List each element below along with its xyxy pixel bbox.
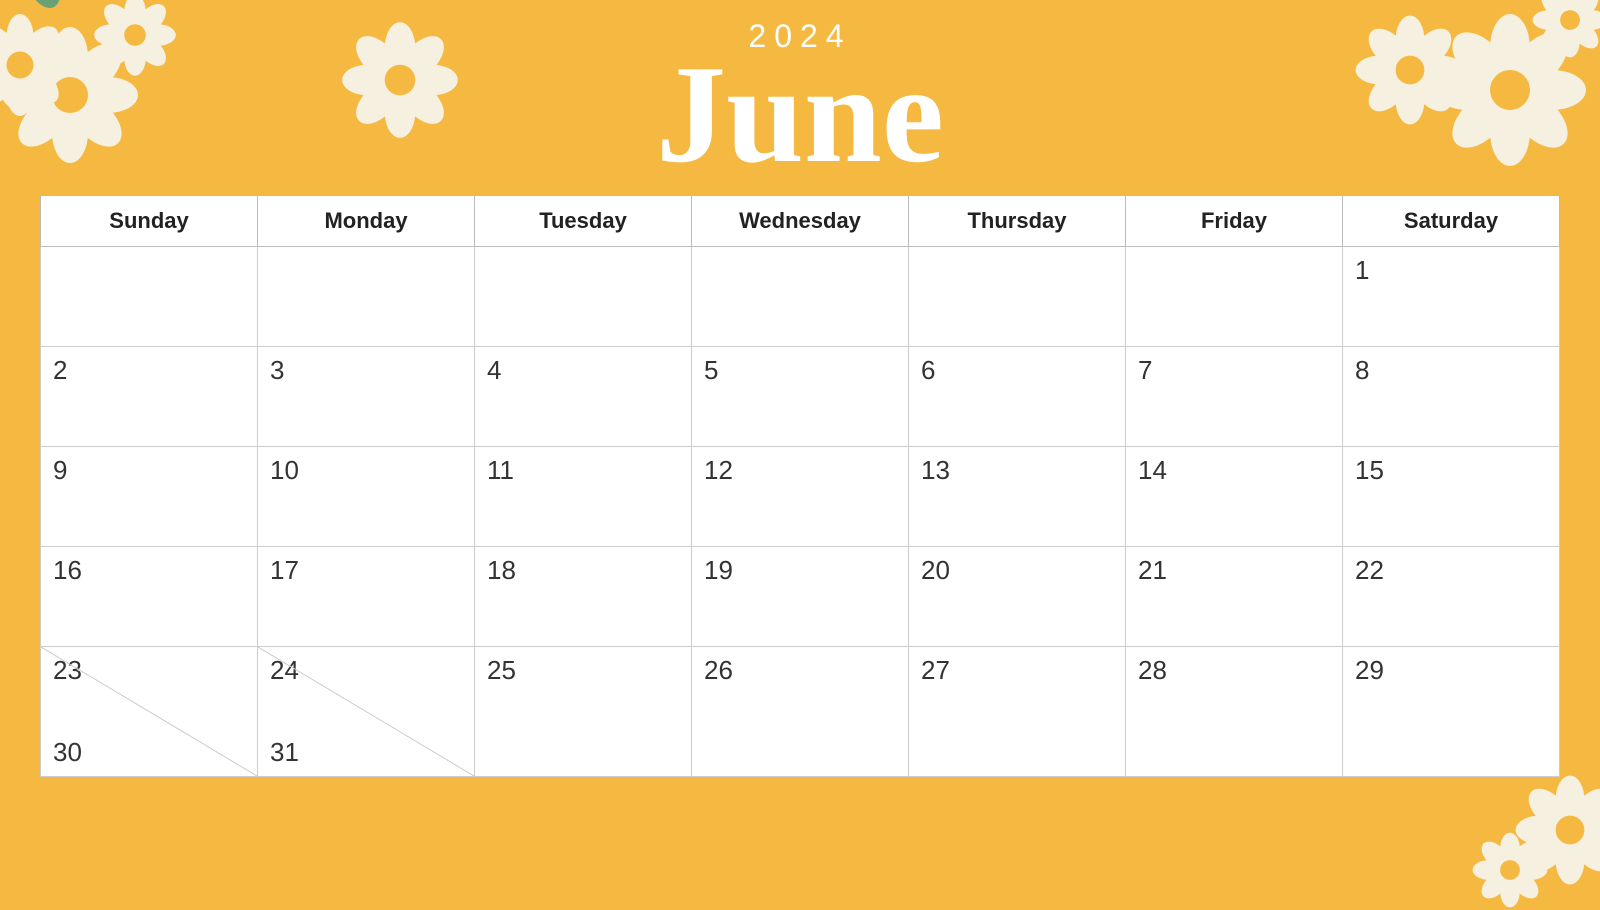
calendar-grid: Sunday Monday Tuesday Wednesday Thursday…	[40, 195, 1560, 777]
day-5: 5	[692, 347, 909, 447]
day-empty-3	[475, 247, 692, 347]
day-23-30: 23 30	[41, 647, 258, 777]
header-saturday: Saturday	[1343, 196, 1560, 247]
day-27: 27	[909, 647, 1126, 777]
day-13: 13	[909, 447, 1126, 547]
day-empty-1	[41, 247, 258, 347]
weekday-header-row: Sunday Monday Tuesday Wednesday Thursday…	[41, 196, 1560, 247]
day-25: 25	[475, 647, 692, 777]
day-4: 4	[475, 347, 692, 447]
week-row-5: 23 30 24 31 25 26 27 28 29	[41, 647, 1560, 777]
calendar-body: 1 2 3 4 5 6 7 8 9 10 11 12 13 14 15	[41, 247, 1560, 777]
day-24-31: 24 31	[258, 647, 475, 777]
header-friday: Friday	[1126, 196, 1343, 247]
day-17: 17	[258, 547, 475, 647]
day-20: 20	[909, 547, 1126, 647]
day-empty-4	[692, 247, 909, 347]
day-28: 28	[1126, 647, 1343, 777]
day-12: 12	[692, 447, 909, 547]
day-21: 21	[1126, 547, 1343, 647]
day-empty-2	[258, 247, 475, 347]
day-18: 18	[475, 547, 692, 647]
day-empty-6	[1126, 247, 1343, 347]
day-1: 1	[1343, 247, 1560, 347]
week-row-2: 2 3 4 5 6 7 8	[41, 347, 1560, 447]
week-row-4: 16 17 18 19 20 21 22	[41, 547, 1560, 647]
calendar-header: 2024 June	[0, 0, 1600, 195]
month-label: June	[0, 45, 1600, 185]
week-row-3: 9 10 11 12 13 14 15	[41, 447, 1560, 547]
day-9: 9	[41, 447, 258, 547]
calendar-table: Sunday Monday Tuesday Wednesday Thursday…	[40, 195, 1560, 777]
day-19: 19	[692, 547, 909, 647]
day-11: 11	[475, 447, 692, 547]
day-15: 15	[1343, 447, 1560, 547]
day-22: 22	[1343, 547, 1560, 647]
header-sunday: Sunday	[41, 196, 258, 247]
header-wednesday: Wednesday	[692, 196, 909, 247]
day-7: 7	[1126, 347, 1343, 447]
day-2: 2	[41, 347, 258, 447]
header-thursday: Thursday	[909, 196, 1126, 247]
day-6: 6	[909, 347, 1126, 447]
day-16: 16	[41, 547, 258, 647]
day-8: 8	[1343, 347, 1560, 447]
day-3: 3	[258, 347, 475, 447]
flower-decoration-br	[1410, 770, 1600, 910]
day-26: 26	[692, 647, 909, 777]
day-29: 29	[1343, 647, 1560, 777]
day-10: 10	[258, 447, 475, 547]
week-row-1: 1	[41, 247, 1560, 347]
day-14: 14	[1126, 447, 1343, 547]
day-empty-5	[909, 247, 1126, 347]
header-monday: Monday	[258, 196, 475, 247]
header-tuesday: Tuesday	[475, 196, 692, 247]
